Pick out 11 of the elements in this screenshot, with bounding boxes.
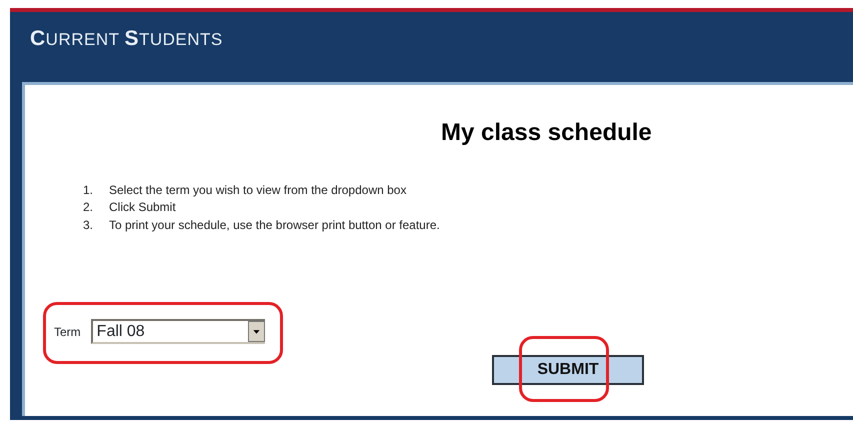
step-text: Select the term you wish to view from the dropdown box: [109, 182, 406, 199]
step-text: To print your schedule, use the browser print button or feature.: [109, 216, 440, 234]
step-number: 2.: [83, 199, 94, 216]
step-number: 1.: [83, 182, 94, 199]
page-title: My class schedule: [440, 118, 653, 148]
step-number: 3.: [83, 216, 94, 234]
field-label: Term: [54, 324, 81, 340]
step-text: Click Submit: [109, 199, 176, 216]
submit-button[interactable]: SUBMIT: [492, 355, 644, 385]
section-title: CURRENT STUDENTS: [30, 30, 223, 49]
term-dropdown[interactable]: Fall 08: [90, 319, 265, 344]
